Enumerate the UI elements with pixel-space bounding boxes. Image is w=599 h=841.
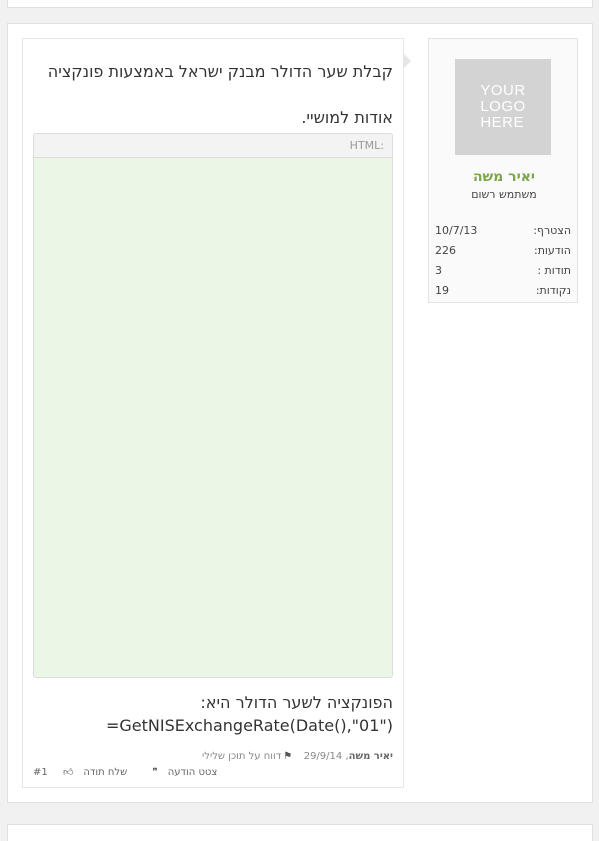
user-rank: משתמש רשום [471, 188, 537, 201]
report-link[interactable]: דווח על תוכן שלילי [202, 751, 281, 762]
post-author[interactable]: יאיר משה [349, 751, 393, 762]
user-name-link[interactable]: יאיר משה [429, 169, 579, 185]
thanks-label: שלח תודה [83, 767, 128, 778]
stat-thanks: תודות : 3 [435, 261, 571, 281]
user-info-card: YOUR LOGO HERE יאיר משה משתמש רשום הצטרף: … [428, 38, 578, 303]
user-stats: הצטרף: 10/7/13 הודעות: 226 תודות : 3 נקו… [435, 221, 571, 301]
post-text: הפונקציה לשער הדולר היא: =GetNISExchangeR… [31, 691, 393, 737]
stat-label: הצטרף: [533, 224, 571, 237]
thanks-button[interactable]: שלח תודה 👍︎ [61, 767, 137, 778]
stat-label: תודות : [537, 264, 571, 277]
quote-icon: ❞ [152, 767, 158, 778]
post-text-line: הפונקציה לשער הדולר היא: [200, 693, 393, 712]
stat-value: 3 [435, 264, 442, 277]
stat-points: נקודות: 19 [435, 281, 571, 301]
post-date: 29/9/14 [303, 751, 343, 762]
stat-posts: הודעות: 226 [435, 241, 571, 261]
quote-button[interactable]: צטט הודעה ❞ [150, 767, 227, 778]
quote-label: צטט הודעה [167, 767, 218, 778]
post-number-link[interactable]: #1 [33, 767, 48, 778]
post-text-line: =GetNISExchangeRate(Date(),"01") [105, 716, 393, 735]
flag-icon: ⚑ [283, 751, 293, 762]
post-title: קבלת שער הדולר מבנק ישראל באמצעות פונקצי… [47, 62, 393, 127]
stat-label: נקודות: [535, 284, 571, 297]
post-body: קבלת שער הדולר מבנק ישראל באמצעות פונקצי… [22, 38, 411, 788]
stat-value: 10/7/13 [435, 224, 478, 237]
stat-joined: הצטרף: 10/7/13 [435, 221, 571, 241]
post-actions: צטט הודעה ❞ שלח תודה 👍︎ #1 [33, 766, 395, 780]
next-post-container [7, 824, 593, 841]
previous-post-card [7, 0, 593, 8]
avatar[interactable]: YOUR LOGO HERE [455, 59, 551, 155]
stat-label: הודעות: [533, 244, 571, 257]
post-meta: יאיר משה, 29/9/14 ⚑דווח על תוכן שלילי [202, 751, 393, 762]
thumbs-up-icon: 👍︎ [62, 767, 74, 778]
stat-value: 226 [435, 244, 456, 257]
logo-placeholder-text: YOUR LOGO HERE [480, 82, 526, 131]
code-block-header: HTML: [34, 134, 392, 158]
code-block[interactable]: HTML: Option ExplicitPublic Declare Func… [33, 133, 393, 678]
stat-value: 19 [435, 284, 449, 297]
